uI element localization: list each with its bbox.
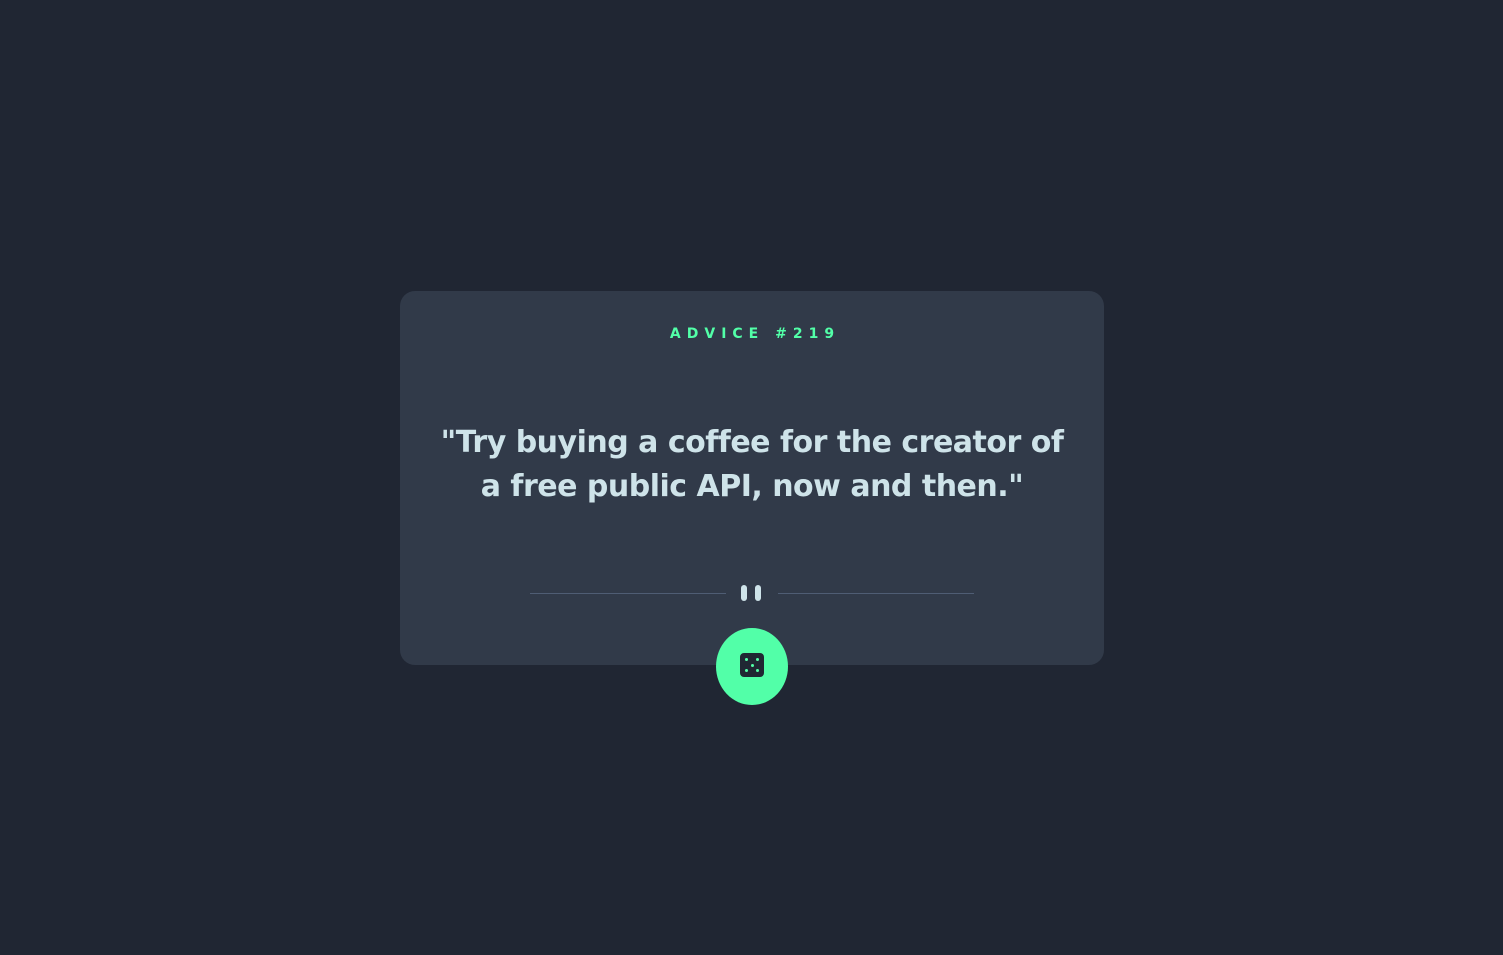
pause-bar-right (755, 585, 761, 601)
pause-bar-left (741, 585, 747, 601)
new-advice-button[interactable] (716, 628, 788, 705)
divider-line-left (530, 593, 726, 594)
pause-icon (741, 584, 763, 602)
advice-id-label: ADVICE #219 (669, 326, 841, 342)
divider (530, 584, 974, 602)
dice-icon (740, 653, 764, 677)
divider-line-right (778, 593, 974, 594)
advice-quote: "Try buying a coffee for the creator of … (440, 425, 1064, 504)
